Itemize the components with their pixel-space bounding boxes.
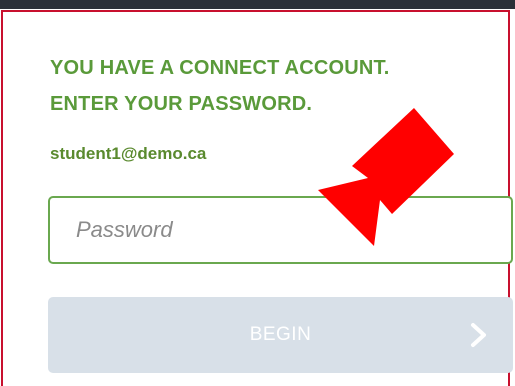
account-email: student1@demo.ca xyxy=(50,144,207,163)
top-bar xyxy=(0,0,515,9)
begin-button-label: BEGIN xyxy=(249,324,312,345)
chevron-right-icon xyxy=(471,323,486,347)
heading-line-2: ENTER YOUR PASSWORD. xyxy=(50,93,313,115)
page-heading: YOU HAVE A CONNECT ACCOUNT. ENTER YOUR P… xyxy=(50,50,500,122)
begin-button[interactable]: BEGIN xyxy=(48,297,513,373)
heading-line-1: YOU HAVE A CONNECT ACCOUNT. xyxy=(50,57,390,79)
password-input[interactable] xyxy=(48,196,513,264)
